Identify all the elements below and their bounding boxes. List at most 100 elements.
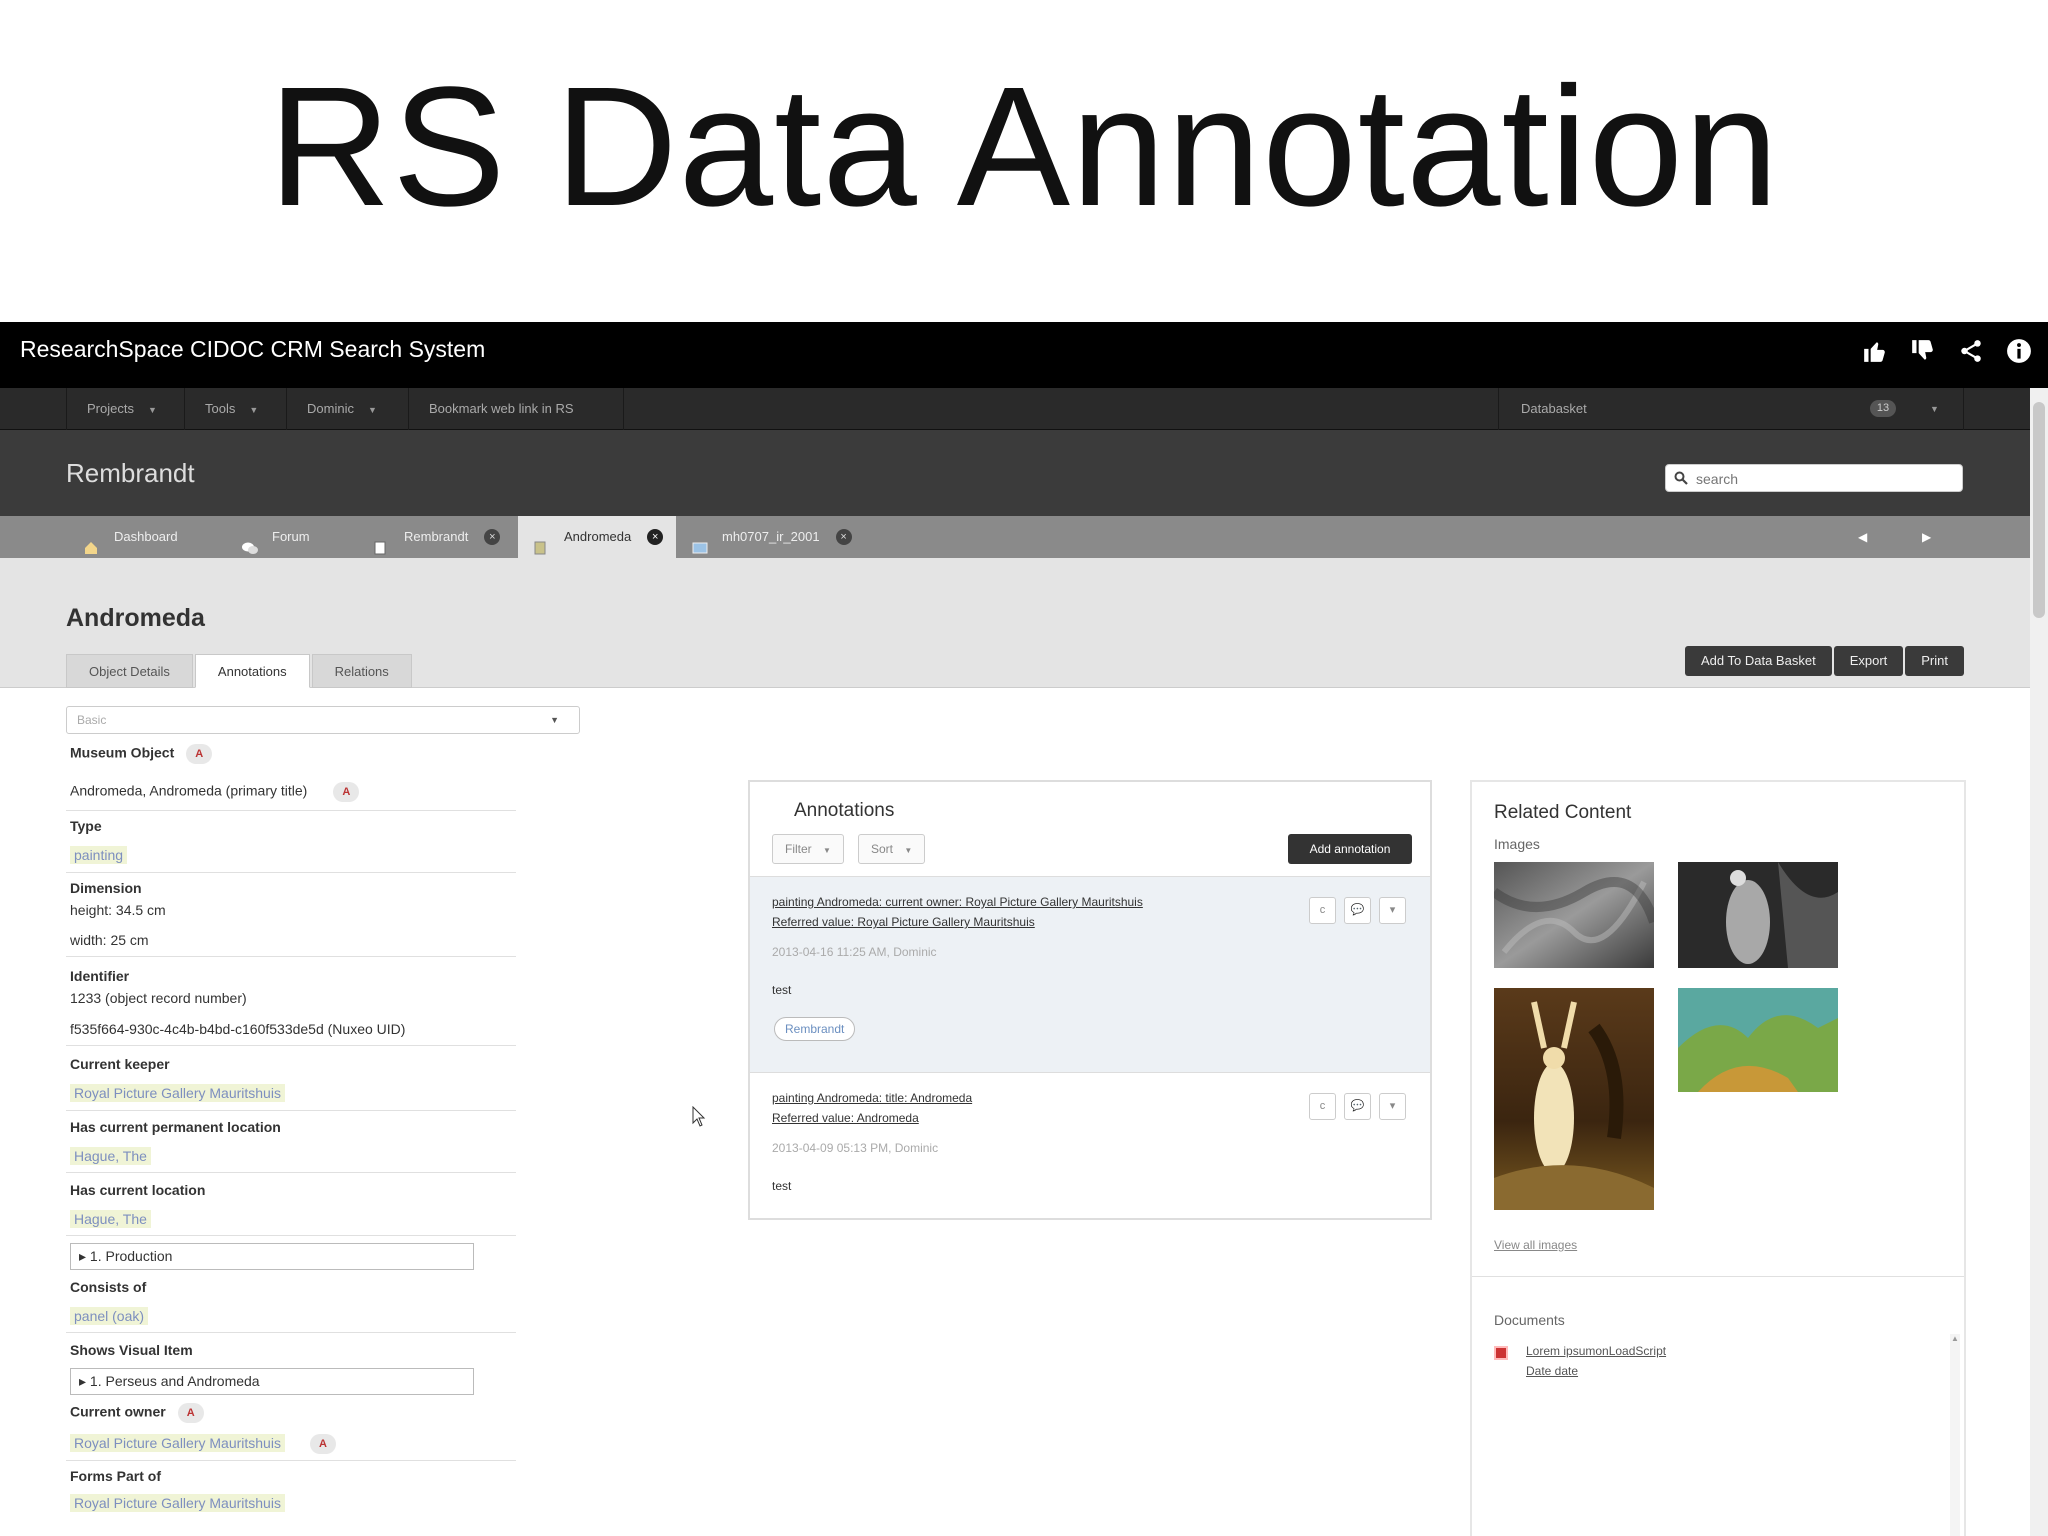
close-icon[interactable]: × bbox=[835, 529, 852, 545]
documents-scrollbar[interactable]: ▲ bbox=[1950, 1334, 1960, 1536]
subtab-annotations[interactable]: Annotations bbox=[194, 654, 310, 688]
production-expander[interactable]: ▸ 1. Production bbox=[70, 1243, 474, 1270]
tab-andromeda[interactable]: Andromeda × bbox=[518, 516, 676, 558]
search-box[interactable] bbox=[1665, 464, 1963, 492]
divider bbox=[66, 1460, 516, 1461]
scroll-up-icon[interactable]: ▲ bbox=[1950, 1334, 1960, 1343]
reply-icon[interactable]: 💬 bbox=[1344, 1093, 1371, 1120]
annotation-c-button[interactable]: c bbox=[1309, 1093, 1336, 1120]
annotation-target-link[interactable]: painting Andromeda: title: Andromeda bbox=[772, 1091, 972, 1105]
related-content-panel: Related Content Images View all images D… bbox=[1470, 780, 1966, 1536]
consists-link[interactable]: panel (oak) bbox=[70, 1307, 149, 1325]
image-thumbnail[interactable] bbox=[1678, 988, 1838, 1092]
window-scrollbar[interactable] bbox=[2030, 388, 2048, 1536]
sort-button-label: Sort bbox=[871, 842, 894, 856]
divider bbox=[66, 1045, 516, 1046]
home-icon bbox=[84, 530, 98, 554]
keeper-link[interactable]: Royal Picture Gallery Mauritshuis bbox=[70, 1084, 285, 1102]
thumbs-up-icon[interactable] bbox=[1858, 334, 1892, 368]
location-link[interactable]: Hague, The bbox=[70, 1210, 151, 1228]
related-title: Related Content bbox=[1494, 802, 1632, 823]
subtab-relations[interactable]: Relations bbox=[311, 654, 412, 688]
nav-projects[interactable]: Projects ▼ bbox=[66, 388, 184, 430]
chevron-down-icon: ▼ bbox=[249, 404, 259, 415]
nav-bookmark[interactable]: Bookmark web link in RS bbox=[408, 388, 624, 430]
keeper-label: Current keeper bbox=[70, 1056, 170, 1072]
chat-icon bbox=[242, 530, 258, 554]
close-icon[interactable]: × bbox=[647, 529, 664, 545]
print-button[interactable]: Print bbox=[1905, 646, 1964, 676]
object-actions: Add To Data Basket Export Print bbox=[1685, 646, 1964, 676]
document-date[interactable]: Date date bbox=[1526, 1364, 1578, 1378]
annotation-referred-link[interactable]: Referred value: Andromeda bbox=[772, 1111, 919, 1125]
tab-dashboard[interactable]: Dashboard bbox=[84, 516, 234, 558]
share-icon[interactable] bbox=[1954, 334, 1988, 368]
annotation-target-link[interactable]: painting Andromeda: current owner: Royal… bbox=[772, 895, 1143, 909]
app-window: ResearchSpace CIDOC CRM Search System Pr… bbox=[0, 322, 2048, 1536]
chevron-down-icon: ▼ bbox=[367, 404, 377, 415]
tab-image[interactable]: mh0707_ir_2001 × bbox=[692, 516, 872, 558]
document-link[interactable]: Lorem ipsumonLoadScript bbox=[1526, 1344, 1666, 1358]
add-annotation-button[interactable]: Add annotation bbox=[1288, 834, 1412, 864]
image-thumbnail[interactable] bbox=[1494, 862, 1654, 968]
owner-link[interactable]: Royal Picture Gallery Mauritshuis bbox=[70, 1434, 285, 1452]
close-icon[interactable]: × bbox=[484, 529, 501, 545]
object-title: Andromeda bbox=[66, 604, 205, 632]
divider bbox=[66, 956, 516, 957]
view-select[interactable]: Basic ▼ bbox=[66, 706, 580, 734]
annotation-item[interactable]: painting Andromeda: title: Andromeda Ref… bbox=[750, 1072, 1430, 1218]
annotate-badge[interactable]: A bbox=[186, 744, 213, 764]
title-value: Andromeda, Andromeda (primary title) A bbox=[70, 782, 360, 802]
filter-button[interactable]: Filter ▼ bbox=[772, 834, 844, 864]
image-thumbnail[interactable] bbox=[1678, 862, 1838, 968]
reply-icon[interactable]: 💬 bbox=[1344, 897, 1371, 924]
tab-scroll-right-icon[interactable]: ▶ bbox=[1922, 516, 1931, 558]
images-label: Images bbox=[1494, 836, 1540, 852]
divider bbox=[66, 1110, 516, 1111]
caret-right-icon: ▸ bbox=[79, 1373, 90, 1389]
nav-tools[interactable]: Tools ▼ bbox=[184, 388, 286, 430]
databasket-count-badge: 13 bbox=[1870, 400, 1896, 417]
nav-user-label: Dominic bbox=[307, 401, 354, 416]
tab-label: Forum bbox=[272, 529, 310, 544]
dimension-label: Dimension bbox=[70, 880, 142, 896]
type-link[interactable]: painting bbox=[70, 846, 128, 864]
view-all-images-link[interactable]: View all images bbox=[1494, 1238, 1577, 1252]
height-value: height: 34.5 cm bbox=[70, 902, 166, 918]
search-input[interactable] bbox=[1696, 468, 1954, 490]
tab-rembrandt[interactable]: Rembrandt × bbox=[374, 516, 514, 558]
tab-forum[interactable]: Forum bbox=[242, 516, 362, 558]
subtab-object-details[interactable]: Object Details bbox=[66, 654, 193, 688]
export-button[interactable]: Export bbox=[1833, 646, 1904, 676]
perm-location-link[interactable]: Hague, The bbox=[70, 1147, 151, 1165]
forms-part-label: Forms Part of bbox=[70, 1468, 162, 1484]
chevron-down-icon[interactable]: ▼ bbox=[1930, 388, 1939, 430]
divider bbox=[1472, 1276, 1964, 1277]
divider bbox=[66, 1235, 516, 1236]
tab-scroll-left-icon[interactable]: ◀ bbox=[1858, 516, 1867, 558]
sort-button[interactable]: Sort ▼ bbox=[858, 834, 926, 864]
nav-user[interactable]: Dominic ▼ bbox=[286, 388, 408, 430]
image-icon bbox=[692, 530, 708, 554]
caret-right-icon: ▸ bbox=[79, 1248, 90, 1264]
annotation-item[interactable]: painting Andromeda: current owner: Royal… bbox=[750, 876, 1430, 1072]
annotate-badge[interactable]: A bbox=[333, 782, 360, 802]
annotation-buttons: c 💬 ▾ bbox=[1309, 1093, 1406, 1120]
add-to-data-basket-button[interactable]: Add To Data Basket bbox=[1685, 646, 1832, 676]
annotation-c-button[interactable]: c bbox=[1309, 897, 1336, 924]
annotate-badge[interactable]: A bbox=[310, 1434, 336, 1454]
filter-button-label: Filter bbox=[785, 842, 812, 856]
tab-bar: Dashboard Forum Rembrandt × Andromeda × … bbox=[0, 516, 2048, 558]
shows-expander[interactable]: ▸ 1. Perseus and Andromeda bbox=[70, 1368, 474, 1395]
info-icon[interactable] bbox=[2002, 334, 2036, 368]
scrollbar-thumb[interactable] bbox=[2033, 402, 2045, 618]
title-value-text: Andromeda, Andromeda (primary title) bbox=[70, 782, 308, 799]
annotate-badge[interactable]: A bbox=[177, 1403, 204, 1423]
annotation-referred-link[interactable]: Referred value: Royal Picture Gallery Ma… bbox=[772, 915, 1035, 929]
chevron-down-icon[interactable]: ▾ bbox=[1379, 897, 1406, 924]
chevron-down-icon[interactable]: ▾ bbox=[1379, 1093, 1406, 1120]
forms-part-link[interactable]: Royal Picture Gallery Mauritshuis bbox=[70, 1494, 285, 1512]
thumbs-down-icon[interactable] bbox=[1906, 334, 1940, 368]
annotation-tag[interactable]: Rembrandt bbox=[774, 1017, 856, 1041]
image-thumbnail[interactable] bbox=[1494, 988, 1654, 1210]
